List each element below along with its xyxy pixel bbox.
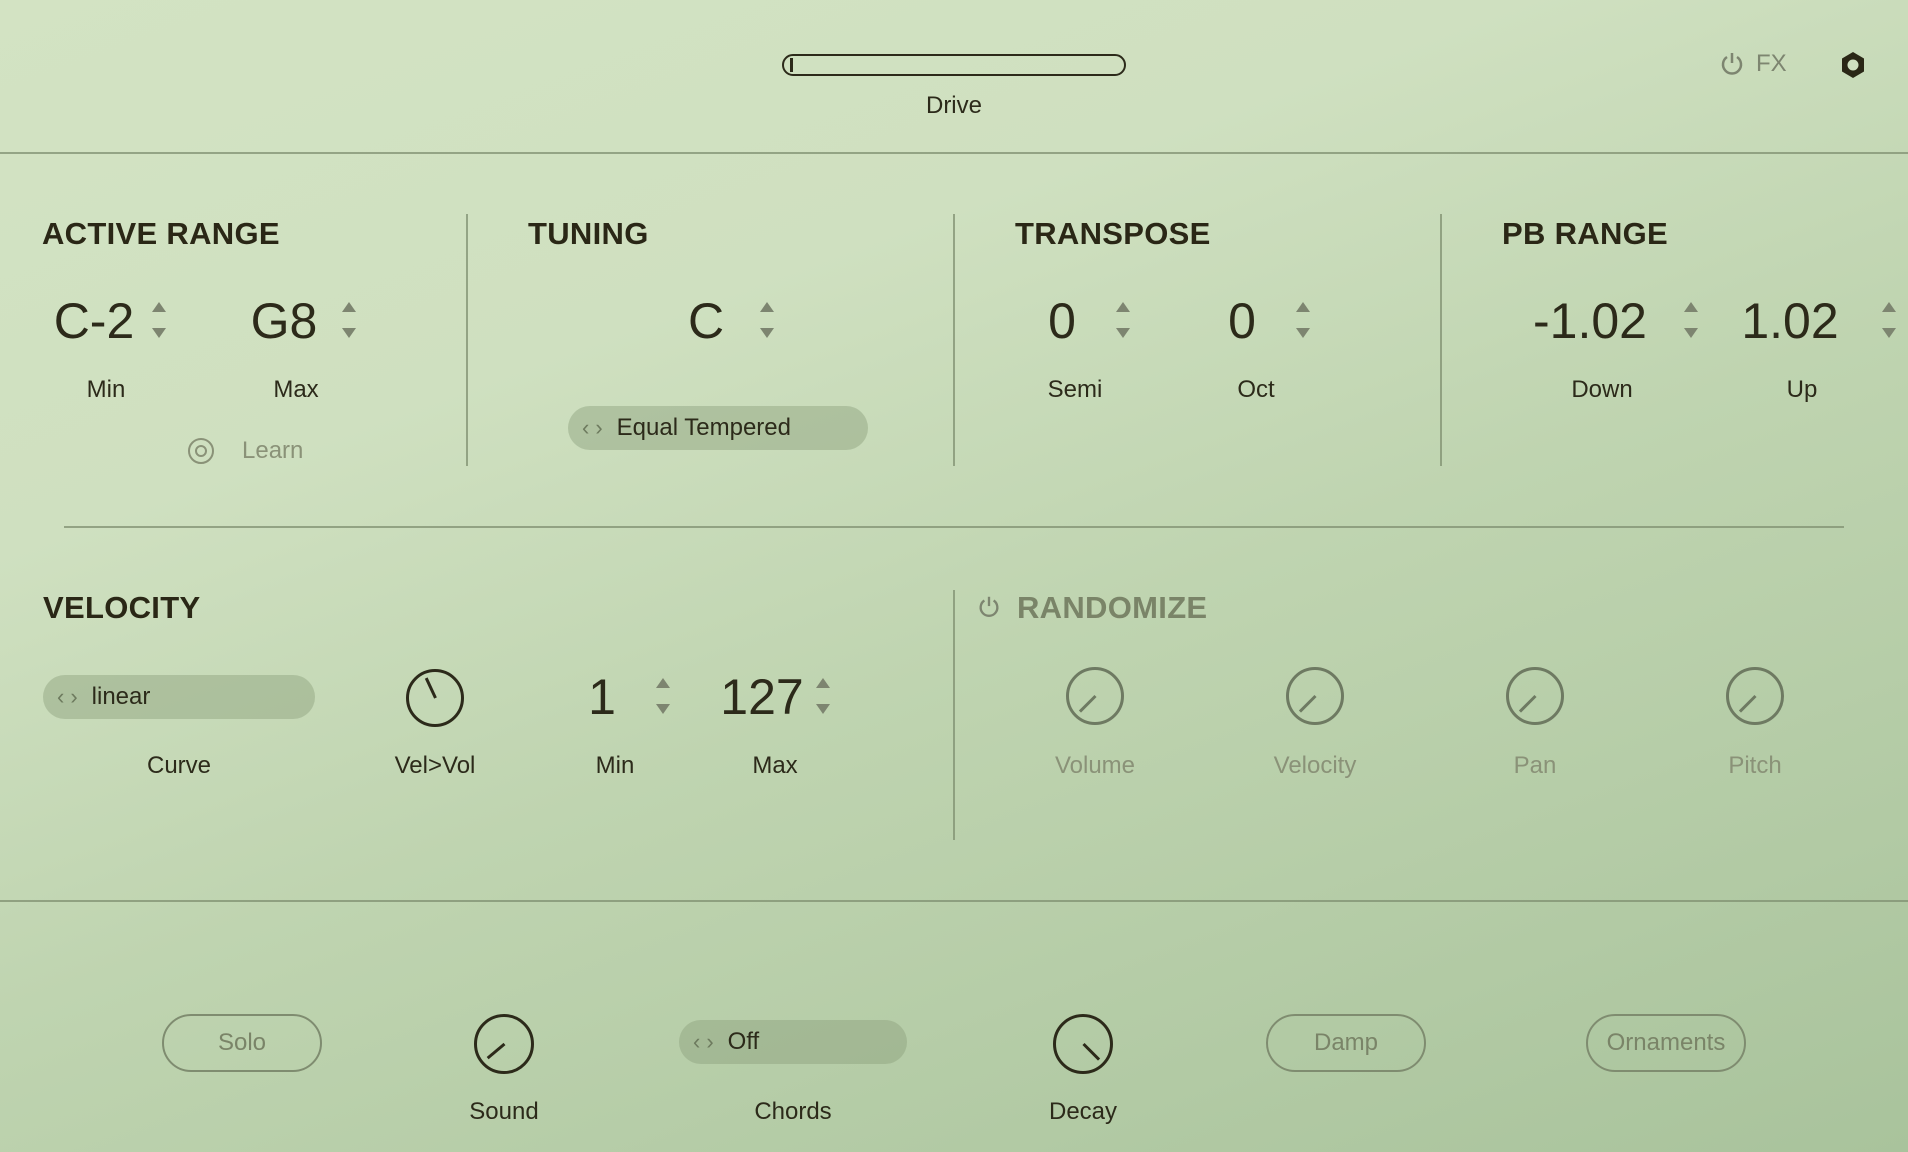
learn-label: Learn <box>242 437 304 464</box>
randomize-title: RANDOMIZE <box>1017 590 1208 625</box>
active-range-min-stepper[interactable] <box>150 300 168 340</box>
chevron-left-right-icon: ‹› <box>582 415 609 440</box>
velocity-curve-label: Curve <box>146 752 212 779</box>
fx-toggle[interactable]: FX <box>1718 50 1787 78</box>
transpose-semi-stepper[interactable] <box>1114 300 1132 340</box>
velocity-max-stepper[interactable] <box>814 676 832 716</box>
damp-button[interactable]: Damp <box>1266 1014 1426 1072</box>
drive-label: Drive <box>925 92 982 119</box>
transpose-title: TRANSPOSE <box>1015 216 1211 251</box>
ornaments-button[interactable]: Ornaments <box>1586 1014 1746 1072</box>
velocity-title: VELOCITY <box>43 590 201 625</box>
pb-down-label: Down <box>1571 376 1633 403</box>
active-range-max-stepper[interactable] <box>340 300 358 340</box>
velocity-max-label: Max <box>752 752 798 779</box>
velocity-min-label: Min <box>595 752 635 779</box>
active-range-min-label: Min <box>86 376 126 403</box>
randomize-pan-label: Pan <box>1513 752 1557 779</box>
pb-down-stepper[interactable] <box>1682 300 1700 340</box>
velocity-curve-selector[interactable]: ‹› linear <box>43 675 315 719</box>
header-divider <box>0 152 1908 154</box>
randomize-power-icon[interactable] <box>976 594 1002 620</box>
solo-button[interactable]: Solo <box>162 1014 322 1072</box>
chevron-left-right-icon: ‹› <box>693 1029 720 1054</box>
chords-value: Off <box>727 1028 760 1055</box>
pb-down-value[interactable]: -1.02 <box>1500 292 1680 350</box>
tuning-scale-selector[interactable]: ‹› Equal Tempered <box>568 406 868 450</box>
power-icon <box>1721 53 1743 75</box>
decay-knob[interactable] <box>1053 1014 1113 1074</box>
drive-slider[interactable] <box>782 54 1126 76</box>
active-range-title: ACTIVE RANGE <box>42 216 280 251</box>
velocity-min-stepper[interactable] <box>654 676 672 716</box>
tuning-key-stepper[interactable] <box>758 300 776 340</box>
randomize-pan-knob[interactable] <box>1506 667 1564 725</box>
chevron-left-right-icon: ‹› <box>57 684 84 709</box>
randomize-velocity-knob[interactable] <box>1286 667 1344 725</box>
drive-slider-handle[interactable] <box>790 58 793 72</box>
randomize-pitch-label: Pitch <box>1728 752 1782 779</box>
settings-hex-icon[interactable] <box>1838 50 1868 80</box>
pb-up-stepper[interactable] <box>1880 300 1898 340</box>
randomize-volume-knob[interactable] <box>1066 667 1124 725</box>
pb-up-value[interactable]: 1.02 <box>1700 292 1880 350</box>
fx-label: FX <box>1756 50 1787 77</box>
transpose-oct-label: Oct <box>1237 376 1275 403</box>
pb-up-label: Up <box>1786 376 1818 403</box>
bottom-divider <box>0 900 1908 902</box>
tuning-scale-value: Equal Tempered <box>616 414 791 441</box>
divider-active-tuning <box>466 214 468 466</box>
learn-button[interactable]: Learn <box>186 436 303 466</box>
section-divider <box>64 526 1844 528</box>
randomize-velocity-label: Velocity <box>1273 752 1357 779</box>
tuning-title: TUNING <box>528 216 649 251</box>
randomize-volume-label: Volume <box>1054 752 1136 779</box>
divider-velocity-randomize <box>953 590 955 840</box>
divider-transpose-pb <box>1440 214 1442 466</box>
transpose-semi-label: Semi <box>1047 376 1103 403</box>
randomize-pitch-knob[interactable] <box>1726 667 1784 725</box>
vel-vol-label: Vel>Vol <box>394 752 476 779</box>
vel-vol-knob[interactable] <box>406 669 464 727</box>
decay-label: Decay <box>1048 1098 1118 1125</box>
divider-tuning-transpose <box>953 214 955 466</box>
sound-knob[interactable] <box>474 1014 534 1074</box>
active-range-max-label: Max <box>273 376 319 403</box>
velocity-curve-value: linear <box>91 683 151 710</box>
pb-range-title: PB RANGE <box>1502 216 1669 251</box>
chords-selector[interactable]: ‹› Off <box>679 1020 907 1064</box>
chords-label: Chords <box>754 1098 832 1125</box>
learn-target-icon <box>188 438 214 464</box>
transpose-oct-stepper[interactable] <box>1294 300 1312 340</box>
sound-label: Sound <box>469 1098 539 1125</box>
